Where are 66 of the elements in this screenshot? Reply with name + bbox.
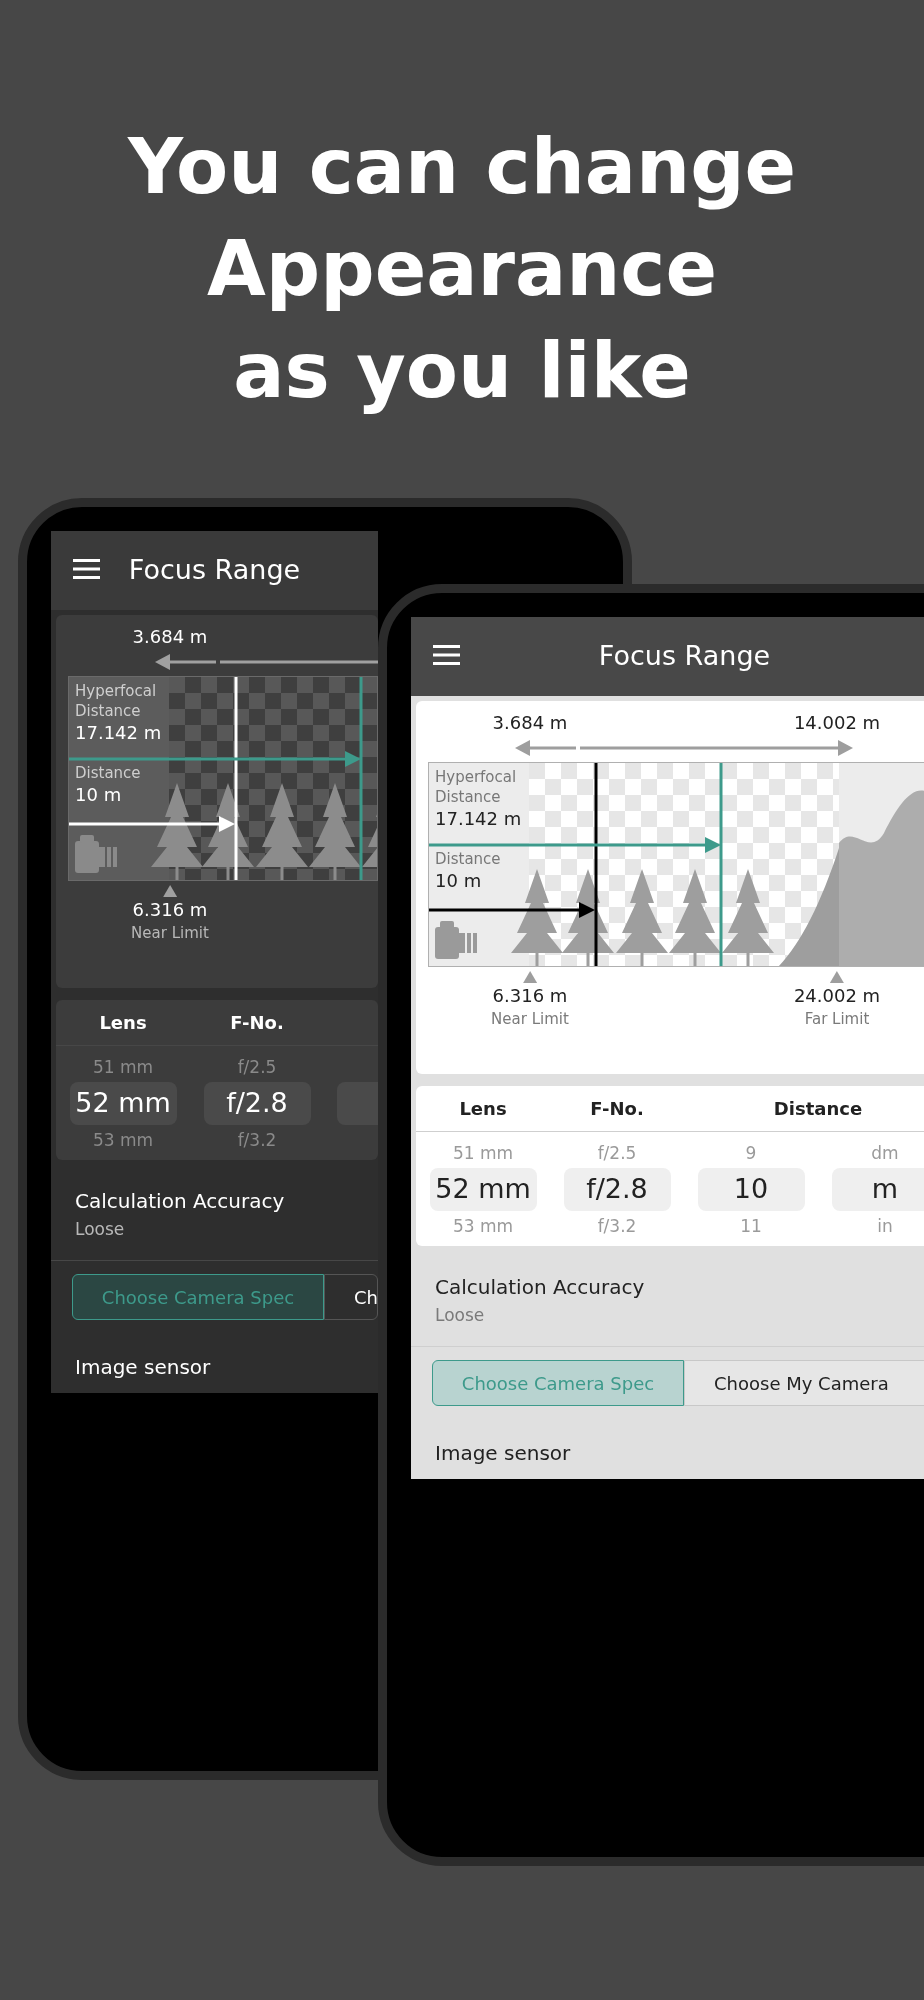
- range-value: 3.684 m: [492, 711, 568, 735]
- marker-icon: [830, 971, 844, 983]
- marker-icon: [523, 971, 537, 983]
- range-value: 3.684 m: [132, 625, 208, 649]
- limit-value: 6.316 m: [132, 898, 208, 922]
- distance-label: Distance: [75, 763, 142, 783]
- wheel-option: 51 mm: [452, 1138, 514, 1168]
- column-header: Distance: [772, 1097, 864, 1121]
- picker-wheel[interactable]: 51 mm 52 mm 53 mm: [416, 1138, 550, 1241]
- wheel-option: f/3.2: [237, 1125, 277, 1155]
- menu-icon[interactable]: [433, 645, 460, 665]
- picker-wheel[interactable]: 9 10 11: [684, 1138, 818, 1241]
- section-title: Image sensor: [435, 1440, 571, 1466]
- distance-label: Distance: [435, 849, 502, 869]
- limit-value: 6.316 m: [492, 984, 568, 1008]
- setting-title: Calculation Accuracy: [435, 1274, 645, 1301]
- wheel-option: 53 mm: [452, 1211, 514, 1241]
- headline-line: as you like: [233, 325, 691, 417]
- setting-value: Loose: [435, 1304, 485, 1327]
- wheel-value: f/2.8: [203, 1082, 311, 1125]
- picker-wheel[interactable]: dm m in: [818, 1138, 924, 1241]
- limit-value: 24.002 m: [793, 984, 881, 1008]
- wheel-value: 52 mm: [429, 1168, 537, 1211]
- column-header: Lens: [98, 1011, 148, 1035]
- wheel-option: 51 mm: [92, 1052, 154, 1082]
- wheel-option: f/2.5: [597, 1138, 637, 1168]
- wheel-option: f/3.2: [597, 1211, 637, 1241]
- distance-value: 10 m: [435, 869, 483, 893]
- wheel-option: dm: [871, 1138, 899, 1168]
- range-value: 14.002 m: [793, 711, 881, 735]
- wheel-option: 53 mm: [92, 1125, 154, 1155]
- limit-label: Far Limit: [804, 1009, 870, 1029]
- setting-title: Calculation Accuracy: [75, 1188, 285, 1215]
- segment-button[interactable]: Ch: [324, 1274, 378, 1320]
- wheel-value: 52 mm: [69, 1082, 177, 1125]
- column-header: F-No.: [589, 1097, 645, 1121]
- picker-wheel[interactable]: f/2.5 f/2.8 f/3.2: [550, 1138, 684, 1241]
- segment-button[interactable]: Choose My Camera: [684, 1360, 924, 1406]
- wheel-value: 10: [697, 1168, 805, 1211]
- menu-icon[interactable]: [73, 559, 100, 579]
- distance-value: 10 m: [75, 783, 123, 807]
- marker-icon: [163, 885, 177, 897]
- wheel-option: in: [877, 1211, 893, 1241]
- app-title: Focus Range: [128, 553, 301, 588]
- column-header: F-No.: [229, 1011, 285, 1035]
- picker-wheel[interactable]: 51 mm 52 mm 53 mm: [56, 1052, 190, 1155]
- hyperfocal-value: 17.142 m: [75, 721, 163, 745]
- headline-line: Appearance: [207, 223, 717, 315]
- setting-value: Loose: [75, 1218, 125, 1241]
- picker-wheel[interactable]: f/2.5 f/2.8 f/3.2: [190, 1052, 324, 1155]
- wheel-value: m: [831, 1168, 924, 1211]
- app-title: Focus Range: [598, 639, 771, 674]
- limit-label: Near Limit: [131, 923, 209, 943]
- section-title: Image sensor: [75, 1354, 211, 1380]
- headline-line: You can change: [127, 121, 797, 213]
- wheel-option: 9: [745, 1138, 757, 1168]
- camera-icon: [435, 921, 477, 959]
- wheel-option: f/2.5: [237, 1052, 277, 1082]
- wheel-value: f/2.8: [563, 1168, 671, 1211]
- limit-label: Near Limit: [491, 1009, 569, 1029]
- hyperfocal-value: 17.142 m: [435, 807, 523, 831]
- wheel-option: 11: [740, 1211, 762, 1241]
- camera-icon: [75, 835, 117, 873]
- column-header: Lens: [458, 1097, 508, 1121]
- hyperfocal-label: Hyperfocal Distance: [75, 681, 158, 721]
- hyperfocal-label: Hyperfocal Distance: [435, 767, 518, 807]
